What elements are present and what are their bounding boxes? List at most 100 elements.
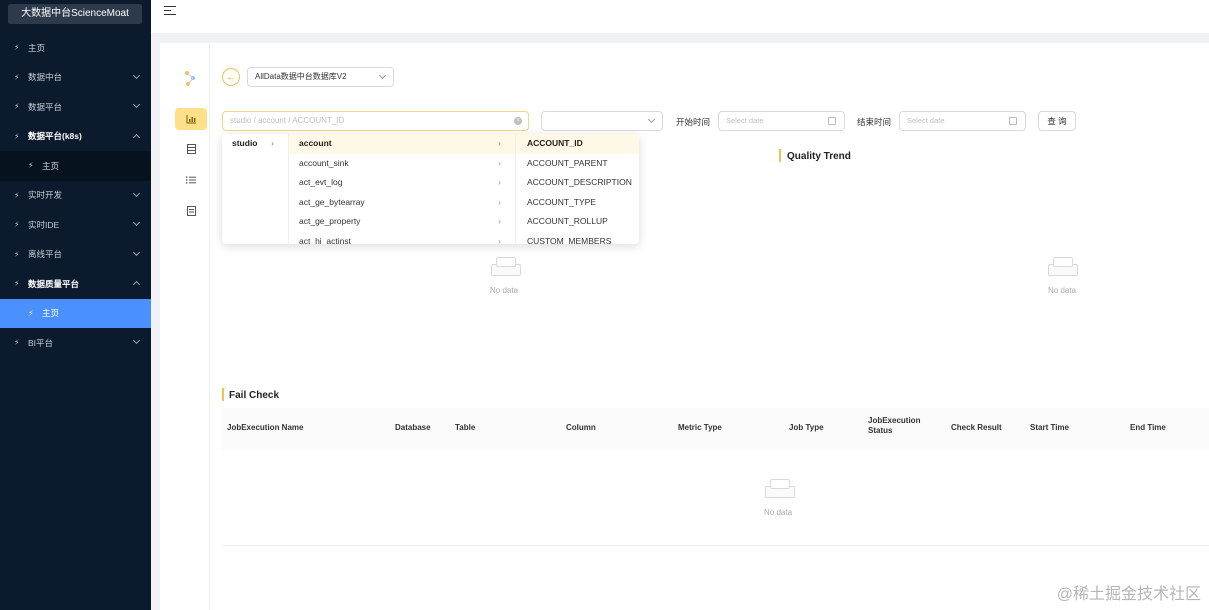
clear-icon[interactable]: ×: [514, 117, 522, 125]
quality-trend-title: Quality Trend: [787, 151, 851, 162]
column-header[interactable]: Job Type: [789, 423, 824, 433]
bolt-icon: ⚡: [14, 72, 20, 82]
chevron-down-icon: [132, 189, 141, 197]
chevron-down-icon: [132, 71, 141, 79]
cascader-option[interactable]: act_evt_log ›: [289, 173, 515, 193]
sidebar-subitem-home[interactable]: ⚡ 主页: [0, 151, 151, 181]
sidebar-item-realtime-ide[interactable]: ⚡ 实时IDE: [0, 210, 151, 240]
sidebar-item-home[interactable]: ⚡ 主页: [0, 33, 151, 63]
cascader-option[interactable]: account ›: [289, 134, 515, 154]
fail-check-title: Fail Check: [229, 390, 280, 401]
column-cascader-input[interactable]: studio / account / ACCOUNT_ID ×: [222, 111, 529, 131]
sidebar-item-label: 主页: [42, 160, 60, 171]
sidebar-item-label: 数据质量平台: [28, 278, 80, 289]
column-header[interactable]: End Time: [1130, 423, 1166, 433]
chevron-right-icon: ›: [498, 216, 501, 227]
table-icon[interactable]: [175, 138, 207, 160]
bolt-icon: ⚡: [14, 102, 20, 112]
cascader-option[interactable]: act_ge_property ›: [289, 212, 515, 232]
empty-box-icon: [1048, 256, 1078, 276]
chevron-right-icon: ›: [498, 235, 501, 244]
end-date-input[interactable]: Select date: [899, 111, 1026, 131]
cascader-option[interactable]: ACCOUNT_ID: [516, 134, 639, 154]
cascader-option[interactable]: act_hi_actinst ›: [289, 232, 515, 244]
column-header[interactable]: Metric Type: [678, 423, 722, 433]
chevron-right-icon: ›: [271, 138, 274, 148]
chevron-up-icon: [132, 280, 141, 289]
bolt-icon: ⚡: [14, 249, 20, 259]
chart-icon[interactable]: [175, 108, 207, 130]
bolt-icon: ⚡: [14, 279, 20, 289]
cascader-column-database: studio ›: [222, 134, 289, 244]
start-date-placeholder: Select date: [726, 116, 764, 125]
metric-select[interactable]: [541, 111, 663, 131]
sidebar-item-offline-platform[interactable]: ⚡ 离线平台: [0, 240, 151, 270]
chevron-right-icon: ›: [498, 196, 501, 207]
start-date-input[interactable]: Select date: [718, 111, 845, 131]
menu-toggle-icon[interactable]: [164, 6, 176, 18]
sidebar-item-data-quality[interactable]: ⚡ 数据质量平台: [0, 269, 151, 299]
cascader-option[interactable]: account_sink ›: [289, 154, 515, 174]
sidebar-item-data-middle-platform[interactable]: ⚡ 数据中台: [0, 63, 151, 93]
bolt-icon: ⚡: [14, 43, 20, 53]
bolt-icon: ⚡: [14, 338, 20, 348]
chevron-down-icon: [647, 115, 656, 124]
sidebar-item-label: 主页: [42, 308, 60, 319]
start-time-label: 开始时间: [676, 117, 711, 127]
sidebar-item-label: 主页: [28, 42, 46, 53]
sidebar-item-label: 实时IDE: [28, 219, 60, 230]
chevron-down-icon: [378, 71, 387, 80]
sidebar-item-realtime-dev[interactable]: ⚡ 实时开发: [0, 181, 151, 211]
watermark-text: @稀土掘金技术社区: [1056, 586, 1201, 603]
column-header[interactable]: Table: [455, 423, 475, 433]
cascader-option[interactable]: studio ›: [222, 134, 288, 154]
empty-box-icon: [491, 256, 521, 276]
chevron-down-icon: [132, 100, 141, 109]
back-button[interactable]: ←: [222, 68, 240, 86]
sidebar-item-data-platform-k8s[interactable]: ⚡ 数据平台(k8s): [0, 122, 151, 152]
cascader-option[interactable]: ACCOUNT_PARENT: [516, 154, 639, 174]
fail-check-table-header: JobExecution Name Database Table Column …: [222, 408, 1209, 450]
bolt-icon: ⚡: [14, 190, 20, 200]
bolt-icon: ⚡: [14, 220, 20, 230]
chevron-down-icon: [132, 218, 141, 227]
column-header-job-status[interactable]: JobExecution Status: [868, 416, 920, 436]
sidebar-item-label: 数据平台: [28, 101, 63, 112]
sidebar-subitem-quality-home[interactable]: ⚡ 主页: [0, 298, 151, 328]
app-logo-icon: [185, 71, 195, 86]
column-header[interactable]: Check Result: [951, 423, 1002, 433]
sidebar-item-data-platform[interactable]: ⚡ 数据平台: [0, 92, 151, 122]
table-divider: [222, 545, 1209, 546]
column-header[interactable]: Start Time: [1030, 423, 1069, 433]
no-data-text: No data: [764, 508, 793, 517]
query-button[interactable]: 查 询: [1038, 111, 1076, 131]
calendar-icon: [828, 117, 836, 125]
document-icon[interactable]: [175, 200, 207, 222]
cascader-option[interactable]: ACCOUNT_ROLLUP: [516, 212, 639, 232]
empty-box-icon: [765, 478, 795, 498]
sidebar-item-bi-platform[interactable]: ⚡ BI平台: [0, 328, 151, 358]
calendar-icon: [1009, 117, 1017, 125]
sidebar-item-label: 离线平台: [28, 249, 63, 260]
end-time-label: 结束时间: [857, 117, 892, 127]
bolt-icon: ⚡: [28, 308, 34, 318]
cascader-option[interactable]: ACCOUNT_DESCRIPTION: [516, 173, 639, 193]
end-date-placeholder: Select date: [907, 116, 945, 125]
sidebar-menu: ⚡ 主页 ⚡ 数据中台 ⚡ 数据平台 ⚡ 数据平台(k8s) ⚡ 主页 ⚡ 实时开发 ⚡ 实时…: [0, 33, 151, 358]
list-icon[interactable]: [175, 169, 207, 191]
cascader-option[interactable]: act_ge_bytearray ›: [289, 193, 515, 213]
cascader-option[interactable]: CUSTOM_MEMBERS: [516, 232, 639, 244]
cascader-dropdown: studio › account › account_sink › act_evt_l…: [222, 134, 639, 244]
cascader-placeholder: studio / account / ACCOUNT_ID: [230, 116, 345, 125]
arrow-left-icon: ←: [226, 71, 236, 83]
cascader-option[interactable]: ACCOUNT_TYPE: [516, 193, 639, 213]
column-header[interactable]: Database: [395, 423, 431, 433]
brand-title[interactable]: 大数据中台ScienceMoat: [8, 4, 142, 24]
datasource-select[interactable]: AllData数据中台数据库V2: [247, 67, 394, 87]
chevron-up-icon: [132, 133, 141, 141]
column-header[interactable]: JobExecution Name: [227, 423, 303, 433]
chevron-right-icon: ›: [498, 157, 501, 168]
sidebar-item-label: 实时开发: [28, 190, 63, 201]
section-accent-bar: [779, 149, 781, 162]
column-header[interactable]: Column: [566, 423, 596, 433]
